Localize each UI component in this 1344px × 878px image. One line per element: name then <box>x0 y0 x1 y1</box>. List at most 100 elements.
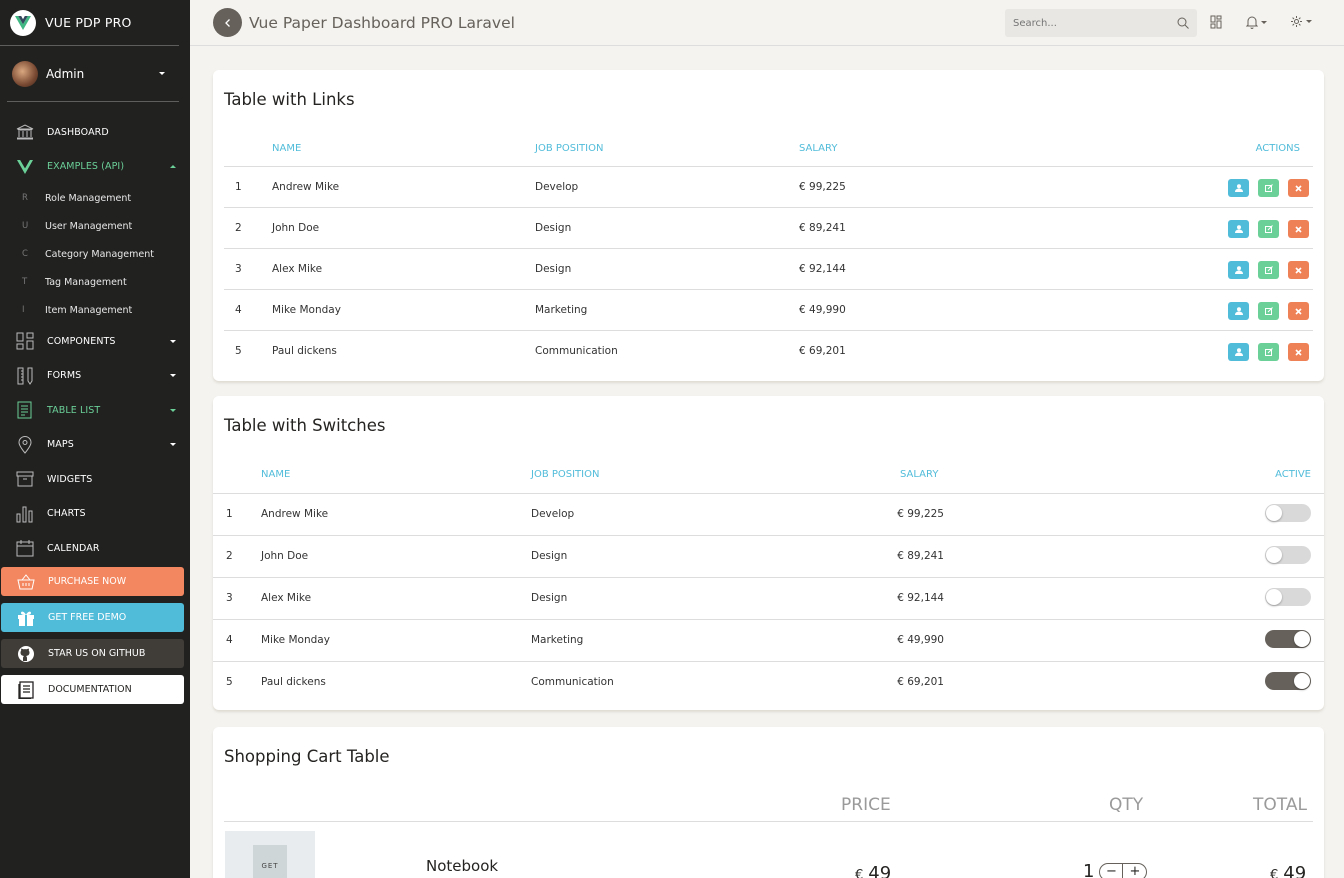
active-toggle[interactable] <box>1265 630 1311 648</box>
row-job: Design <box>531 550 568 562</box>
delete-button[interactable] <box>1288 261 1309 279</box>
column-header-job: JOB POSITION <box>531 469 600 480</box>
sidebar: VUE PDP PRO Admin DASHBOARD EXAMPLES (AP… <box>0 0 190 878</box>
caret-down-icon <box>170 408 176 412</box>
nav-dashboard[interactable]: DASHBOARD <box>0 115 190 150</box>
nav-maps-label: MAPS <box>47 439 74 451</box>
active-toggle[interactable] <box>1265 672 1311 690</box>
card-title: Table with Links <box>224 90 355 109</box>
row-job: Marketing <box>531 634 584 646</box>
sub-category-management[interactable]: C Category Management <box>0 240 190 268</box>
row-job: Marketing <box>535 304 588 316</box>
row-salary: € 49,990 <box>897 634 944 646</box>
sub-mini: C <box>22 249 28 259</box>
github-button[interactable]: STAR US ON GITHUB <box>1 639 184 668</box>
cart-divider <box>224 821 1313 822</box>
brand[interactable]: VUE PDP PRO <box>0 0 179 46</box>
sub-role-management[interactable]: R Role Management <box>0 184 190 212</box>
table-row: 1 Andrew Mike Develop € 99,225 <box>213 493 1324 535</box>
active-toggle[interactable] <box>1265 588 1311 606</box>
sub-user-management[interactable]: U User Management <box>0 212 190 240</box>
table-with-links-card: Table with Links NAME JOB POSITION SALAR… <box>213 70 1324 381</box>
sub-mini: R <box>22 193 28 203</box>
page-title: Vue Paper Dashboard PRO Laravel <box>249 13 515 32</box>
demo-label: GET FREE DEMO <box>48 612 127 623</box>
edit-button[interactable] <box>1258 343 1279 361</box>
edit-icon <box>1264 266 1273 274</box>
free-demo-button[interactable]: GET FREE DEMO <box>1 603 184 632</box>
delete-button[interactable] <box>1288 343 1309 361</box>
settings-gear-icon[interactable] <box>1290 15 1312 28</box>
delete-button[interactable] <box>1288 179 1309 197</box>
basket-icon <box>16 572 36 592</box>
row-name: Mike Monday <box>272 304 341 316</box>
close-icon <box>1295 348 1302 356</box>
search-icon[interactable] <box>1177 17 1189 29</box>
purchase-now-button[interactable]: PURCHASE NOW <box>1 567 184 596</box>
column-header-salary: SALARY <box>799 143 838 154</box>
documentation-button[interactable]: DOCUMENTATION <box>1 675 184 704</box>
nav-forms[interactable]: FORMS <box>0 359 190 394</box>
sub-tag-management[interactable]: T Tag Management <box>0 268 190 296</box>
column-header-total: TOTAL <box>1253 795 1307 815</box>
nav-charts[interactable]: CHARTS <box>0 497 190 532</box>
grid-icon[interactable] <box>1210 15 1222 29</box>
active-toggle[interactable] <box>1265 504 1311 522</box>
nav-components[interactable]: COMPONENTS <box>0 324 190 359</box>
row-salary: € 92,144 <box>897 592 944 604</box>
nav-examples[interactable]: EXAMPLES (API) <box>0 150 190 185</box>
sidebar-nav: DASHBOARD EXAMPLES (API) R Role Managemen… <box>0 102 190 566</box>
view-profile-button[interactable] <box>1228 343 1249 361</box>
chevron-left-icon <box>224 18 230 27</box>
delete-button[interactable] <box>1288 220 1309 238</box>
active-toggle[interactable] <box>1265 546 1311 564</box>
caret-down-icon <box>1306 20 1312 23</box>
row-id: 3 <box>226 592 233 604</box>
edit-button[interactable] <box>1258 302 1279 320</box>
layout-icon <box>15 331 35 351</box>
caret-down-icon <box>170 443 176 447</box>
delete-button[interactable] <box>1288 302 1309 320</box>
nav-maps[interactable]: MAPS <box>0 428 190 463</box>
sub-label: Category Management <box>45 248 154 260</box>
view-profile-button[interactable] <box>1228 220 1249 238</box>
table-row: 2 John Doe Design € 89,241 <box>213 535 1324 577</box>
qty-decrement-button[interactable]: − <box>1099 862 1124 878</box>
edit-button[interactable] <box>1258 179 1279 197</box>
nav-charts-label: CHARTS <box>47 508 86 520</box>
sub-item-management[interactable]: I Item Management <box>0 296 190 324</box>
nav-calendar-label: CALENDAR <box>47 542 100 554</box>
sub-mini: I <box>22 305 25 315</box>
sidebar-toggle-button[interactable] <box>213 8 242 37</box>
edit-button[interactable] <box>1258 261 1279 279</box>
view-profile-button[interactable] <box>1228 261 1249 279</box>
table-row: 5 Paul dickens Communication € 69,201 <box>224 330 1313 371</box>
nav-table-list-label: TABLE LIST <box>47 404 101 416</box>
calendar-icon <box>15 538 35 558</box>
user-menu[interactable]: Admin <box>7 46 179 102</box>
nav-widgets[interactable]: WIDGETS <box>0 462 190 497</box>
qty-increment-button[interactable]: + <box>1123 862 1148 878</box>
row-name: Alex Mike <box>272 263 323 275</box>
user-icon <box>1234 184 1243 192</box>
product-total: €49 <box>1270 863 1306 878</box>
row-id: 3 <box>235 263 242 275</box>
nav-calendar[interactable]: CALENDAR <box>0 531 190 566</box>
row-salary: € 99,225 <box>799 181 846 193</box>
toggle-knob <box>1266 505 1282 521</box>
view-profile-button[interactable] <box>1228 179 1249 197</box>
column-header-salary: SALARY <box>900 469 939 480</box>
view-profile-button[interactable] <box>1228 302 1249 320</box>
user-icon <box>1234 225 1243 233</box>
user-icon <box>1234 307 1243 315</box>
search-input[interactable] <box>1013 17 1177 29</box>
edit-icon <box>1264 307 1273 315</box>
quantity-stepper: 1 − + <box>1083 861 1148 878</box>
notification-bell-icon[interactable] <box>1246 15 1267 29</box>
edit-button[interactable] <box>1258 220 1279 238</box>
nav-widgets-label: WIDGETS <box>47 473 93 485</box>
table-row: 4 Mike Monday Marketing € 49,990 <box>213 619 1324 661</box>
nav-forms-label: FORMS <box>47 370 82 382</box>
nav-table-list[interactable]: TABLE LIST <box>0 393 190 428</box>
close-icon <box>1295 266 1302 274</box>
